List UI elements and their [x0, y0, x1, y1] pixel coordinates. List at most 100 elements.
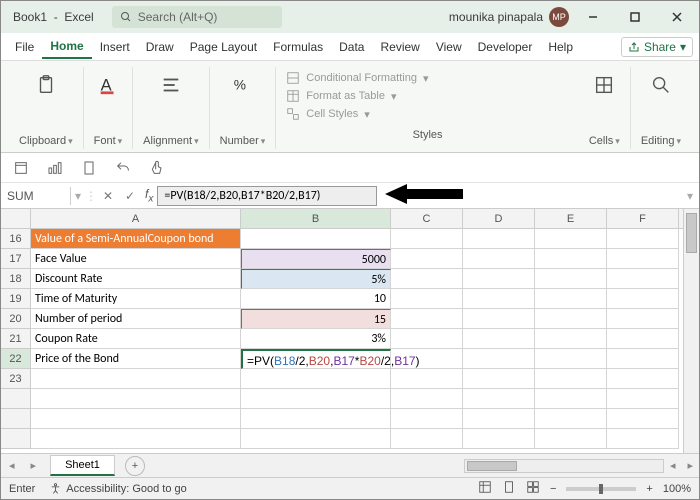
enter-formula-button[interactable]: ✓ [119, 189, 141, 203]
tab-view[interactable]: View [428, 36, 470, 58]
zoom-out-button[interactable]: − [550, 483, 556, 495]
ribbon-alignment[interactable]: Alignment▾ [133, 67, 209, 149]
share-button[interactable]: Share▾ [621, 37, 693, 57]
col-A[interactable]: A [31, 209, 241, 228]
row-22-header[interactable]: 22 [1, 349, 31, 369]
tab-home[interactable]: Home [42, 35, 91, 59]
tab-help[interactable]: Help [540, 36, 581, 58]
name-box[interactable]: SUM [1, 187, 71, 205]
qat-save-icon[interactable] [11, 158, 31, 178]
avatar[interactable]: MP [549, 7, 569, 27]
search-icon [120, 11, 132, 23]
cell-A18[interactable]: Discount Rate [31, 269, 241, 289]
qat-page-icon[interactable] [79, 158, 99, 178]
col-C[interactable]: C [391, 209, 463, 228]
status-bar: Enter Accessibility: Good to go − + 100% [1, 477, 699, 499]
row-20-header[interactable]: 20 [1, 309, 31, 329]
zoom-level[interactable]: 100% [663, 483, 691, 495]
col-B[interactable]: B [241, 209, 391, 228]
cell-B21[interactable]: 3% [241, 329, 391, 349]
arrow-annotation [385, 181, 465, 210]
title-bar: Book1 - Excel Search (Alt+Q) mounika pin… [1, 1, 699, 33]
tab-nav-next[interactable]: ▸ [23, 459, 45, 472]
worksheet: A B C D E F 16Value of a Semi-AnnualCoup… [1, 209, 699, 449]
tab-nav-prev[interactable]: ◂ [1, 459, 23, 472]
close-button[interactable] [659, 3, 695, 31]
zoom-in-button[interactable]: + [646, 483, 652, 495]
cell-styles-button[interactable]: Cell Styles ▾ [286, 107, 569, 121]
cell-A22[interactable]: Price of the Bond [31, 349, 241, 369]
view-break-icon[interactable] [526, 480, 540, 497]
row-19-header[interactable]: 19 [1, 289, 31, 309]
row-17-header[interactable]: 17 [1, 249, 31, 269]
cell-B18[interactable]: 5% [241, 269, 391, 289]
formula-bar-expand[interactable]: ▾ [687, 189, 699, 203]
editing-icon [647, 71, 675, 99]
cell-B17[interactable]: 5000 [241, 249, 391, 269]
cell-A19[interactable]: Time of Maturity [31, 289, 241, 309]
cell-A17[interactable]: Face Value [31, 249, 241, 269]
user-area: mounika pinapala MP [449, 3, 695, 31]
view-normal-icon[interactable] [478, 480, 492, 497]
qat-chart-icon[interactable] [45, 158, 65, 178]
row-16-header[interactable]: 16 [1, 229, 31, 249]
conditional-formatting-button[interactable]: Conditional Formatting ▾ [286, 71, 569, 85]
tab-page-layout[interactable]: Page Layout [182, 36, 265, 58]
maximize-button[interactable] [617, 3, 653, 31]
cancel-formula-button[interactable]: ✕ [97, 189, 119, 203]
font-icon: A [94, 71, 122, 99]
tab-insert[interactable]: Insert [92, 36, 138, 58]
conditional-formatting-icon [286, 71, 300, 85]
accessibility-status[interactable]: Accessibility: Good to go [49, 482, 186, 495]
zoom-slider[interactable] [566, 487, 636, 491]
cell-B19[interactable]: 10 [241, 289, 391, 309]
horizontal-scrollbar[interactable] [464, 459, 664, 473]
tab-formulas[interactable]: Formulas [265, 36, 331, 58]
formula-bar: SUM ▾ ⋮ ✕ ✓ fx =PV(B18/2,B20,B17*B20/2,B… [1, 183, 699, 209]
cell-A16[interactable]: Value of a Semi-AnnualCoupon bond [31, 229, 241, 249]
cell-A21[interactable]: Coupon Rate [31, 329, 241, 349]
cell-A20[interactable]: Number of period [31, 309, 241, 329]
view-page-icon[interactable] [502, 480, 516, 497]
alignment-icon [157, 71, 185, 99]
tab-draw[interactable]: Draw [138, 36, 182, 58]
qat-touch-icon[interactable] [147, 158, 167, 178]
tab-file[interactable]: File [7, 36, 42, 58]
select-all-corner[interactable] [1, 209, 31, 228]
row-23-header[interactable]: 23 [1, 369, 31, 389]
cell-B16[interactable] [241, 229, 391, 249]
col-E[interactable]: E [535, 209, 607, 228]
add-sheet-button[interactable]: + [125, 456, 145, 476]
row-18-header[interactable]: 18 [1, 269, 31, 289]
search-box[interactable]: Search (Alt+Q) [112, 6, 282, 28]
column-headers: A B C D E F [1, 209, 699, 229]
ribbon-number[interactable]: % Number▾ [210, 67, 277, 149]
number-icon: % [228, 71, 256, 99]
formula-input[interactable]: =PV(B18/2,B20,B17*B20/2,B17) [157, 186, 377, 206]
qat-undo-icon[interactable] [113, 158, 133, 178]
ribbon-clipboard[interactable]: Clipboard▾ [9, 67, 84, 149]
cells-icon [590, 71, 618, 99]
format-as-table-button[interactable]: Format as Table ▾ [286, 89, 569, 103]
vertical-scrollbar[interactable] [683, 209, 699, 453]
tab-data[interactable]: Data [331, 36, 372, 58]
accessibility-icon [49, 482, 62, 495]
fx-icon[interactable]: fx [145, 187, 153, 204]
user-name[interactable]: mounika pinapala [449, 10, 543, 24]
ribbon-cells[interactable]: Cells▾ [579, 67, 631, 149]
tab-review[interactable]: Review [372, 36, 427, 58]
col-D[interactable]: D [463, 209, 535, 228]
sheet-tab-1[interactable]: Sheet1 [50, 455, 115, 476]
sheet-tabs: ◂ ▸ Sheet1 + ◂▸ [1, 453, 699, 477]
ribbon-editing[interactable]: Editing▾ [631, 67, 691, 149]
status-mode: Enter [9, 483, 35, 495]
minimize-button[interactable] [575, 3, 611, 31]
svg-text:%: % [234, 78, 246, 93]
col-F[interactable]: F [607, 209, 679, 228]
cell-B20[interactable]: 15 [241, 309, 391, 329]
tab-developer[interactable]: Developer [470, 36, 541, 58]
row-21-header[interactable]: 21 [1, 329, 31, 349]
cell-B22[interactable]: =PV(B18/2,B20,B17*B20/2,B17) [241, 349, 391, 369]
menu-bar: File Home Insert Draw Page Layout Formul… [1, 33, 699, 61]
ribbon-font[interactable]: A Font▾ [84, 67, 134, 149]
